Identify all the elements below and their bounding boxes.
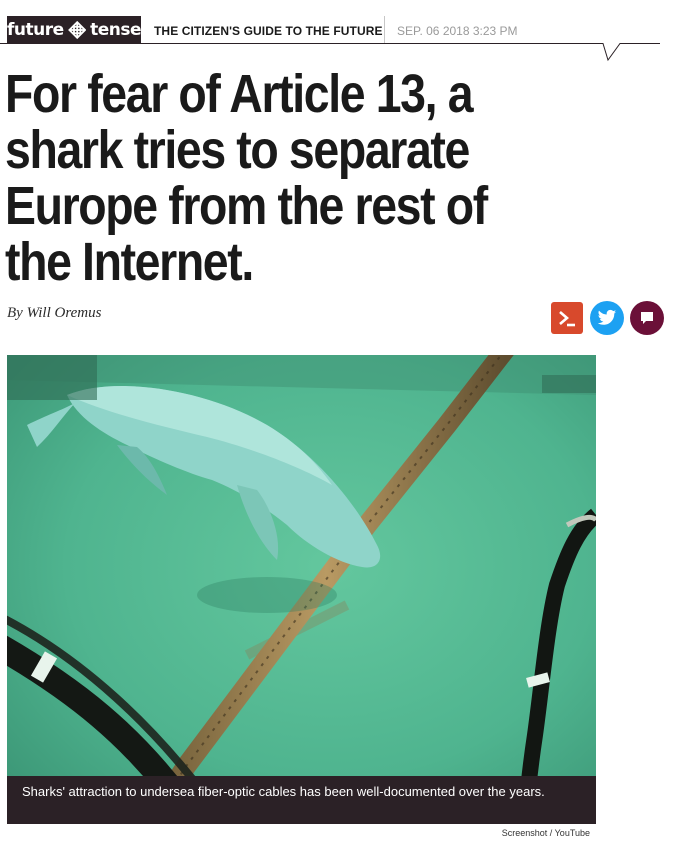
byline: By Will Oremus [7,305,101,322]
comment-icon [641,312,653,324]
article-photo [7,355,596,824]
brand-left: future [7,19,64,40]
tangled-knot-icon [67,20,86,39]
section-tagline[interactable]: THE CITIZEN'S GUIDE TO THE FUTURE [154,24,383,38]
header-divider [384,16,385,43]
author-link[interactable]: Will Oremus [27,305,102,321]
byline-prefix: By [7,305,23,321]
headline-line: For fear of Article 13, a [5,64,474,124]
top-bar: future tense THE CITIZEN'S GUIDE TO THE … [0,0,673,62]
comments-button[interactable] [630,301,664,335]
shark-cable-image [7,355,596,824]
brand-right: tense [90,19,141,40]
publish-date: SEP. 06 2018 3:23 PM [397,24,518,38]
future-tense-logo[interactable]: future tense [7,16,141,43]
image-credit: Screenshot / YouTube [501,828,590,838]
headline-line: shark tries to separate [5,120,470,180]
headline-line: Europe from the rest of [5,176,488,236]
slate-plus-icon [559,311,575,327]
headline-line: the Internet. [5,232,254,292]
image-caption: Sharks' attraction to undersea fiber-opt… [7,776,596,824]
article-headline: For fear of Article 13, a shark tries to… [5,66,573,290]
twitter-icon [597,309,617,325]
slate-plus-button[interactable] [551,302,583,334]
twitter-share-button[interactable] [590,301,624,335]
